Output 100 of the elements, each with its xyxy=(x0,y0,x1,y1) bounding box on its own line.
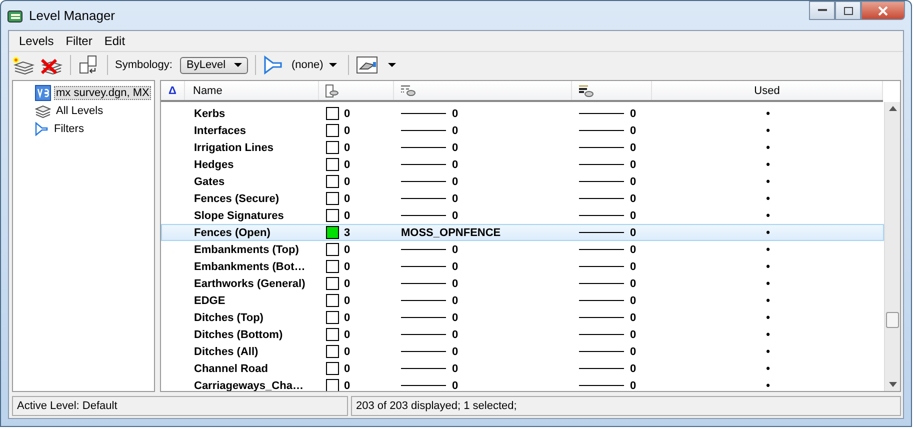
menu-item[interactable]: Filter xyxy=(66,34,92,48)
tree-item[interactable]: Filters xyxy=(52,122,86,136)
style-number: 0 xyxy=(452,278,458,290)
table-row[interactable]: Channel Road 0 0 0 • xyxy=(161,360,884,377)
level-name: Earthworks (General) xyxy=(193,278,306,290)
filter-dropdown[interactable]: (none) xyxy=(287,59,342,71)
weight-number: 0 xyxy=(630,362,636,374)
line-style-sample xyxy=(401,249,446,250)
used-mark: • xyxy=(766,192,770,204)
table-row[interactable]: Slope Signatures 0 0 0 • xyxy=(161,207,884,224)
line-style-sample xyxy=(401,283,446,284)
used-mark: • xyxy=(766,312,770,324)
menu-item[interactable]: Levels xyxy=(19,34,54,48)
tree-item[interactable]: mx survey.dgn, MX xyxy=(54,86,152,100)
caret-icon[interactable] xyxy=(388,63,396,67)
line-style-sample xyxy=(401,130,446,131)
style-number: 0 xyxy=(452,142,458,154)
weight-number: 0 xyxy=(630,328,636,340)
used-mark: • xyxy=(766,260,770,272)
weight-number: 0 xyxy=(630,226,636,238)
used-mark: • xyxy=(766,380,770,391)
scroll-down-icon[interactable] xyxy=(888,382,896,387)
scroll-thumb[interactable] xyxy=(886,312,899,328)
line-weight-sample xyxy=(579,215,624,216)
style-number: 0 xyxy=(452,176,458,188)
table-row[interactable]: Interfaces 0 0 0 • xyxy=(161,122,884,139)
used-mark: • xyxy=(766,108,770,120)
line-style-sample xyxy=(401,351,446,352)
color-number: 0 xyxy=(344,346,350,358)
status-text: Active Level: Default xyxy=(12,396,348,416)
display-icon[interactable] xyxy=(356,56,378,74)
table-row[interactable]: Gates 0 0 0 • xyxy=(161,173,884,190)
table-row[interactable]: Hedges 0 0 0 • xyxy=(161,156,884,173)
table-row[interactable]: Earthworks (General) 0 0 0 • xyxy=(161,275,884,292)
line-weight-sample xyxy=(579,300,624,301)
level-name: Ditches (Top) xyxy=(193,312,264,324)
style-number: 0 xyxy=(452,124,458,136)
color-column-icon[interactable] xyxy=(325,84,339,98)
level-name: EDGE xyxy=(193,294,226,306)
column-header[interactable]: Used xyxy=(652,81,883,100)
file-icon xyxy=(35,85,51,101)
tree-item[interactable]: All Levels xyxy=(54,104,106,118)
scroll-up-icon[interactable] xyxy=(888,106,896,111)
used-mark: • xyxy=(766,226,770,238)
new-level-icon[interactable] xyxy=(11,55,35,75)
line-weight-sample xyxy=(579,266,624,267)
table-row[interactable]: Embankments (Top) 0 0 0 • xyxy=(161,241,884,258)
weight-column-icon[interactable] xyxy=(578,84,594,98)
weight-number: 0 xyxy=(630,142,636,154)
maximize-button[interactable] xyxy=(835,1,861,20)
line-style-sample xyxy=(401,385,446,386)
used-mark: • xyxy=(766,124,770,136)
line-weight-sample xyxy=(579,283,624,284)
sort-indicator[interactable]: Δ xyxy=(161,81,185,100)
menu-item[interactable]: Edit xyxy=(104,34,126,48)
filter-icon[interactable] xyxy=(263,55,284,75)
color-number: 0 xyxy=(344,260,350,272)
weight-number: 0 xyxy=(630,158,636,170)
table-row[interactable]: Carriageways_Cha… 0 0 0 • xyxy=(161,377,884,391)
line-style-sample xyxy=(401,215,446,216)
table-row[interactable]: Ditches (Bottom) 0 0 0 • xyxy=(161,326,884,343)
weight-number: 0 xyxy=(630,346,636,358)
weight-number: 0 xyxy=(630,192,636,204)
color-number: 0 xyxy=(344,362,350,374)
color-number: 3 xyxy=(344,226,350,238)
level-name: Slope Signatures xyxy=(193,210,284,222)
weight-number: 0 xyxy=(630,260,636,272)
scrollbar[interactable] xyxy=(884,102,900,391)
table-row[interactable]: Ditches (Top) 0 0 0 • xyxy=(161,309,884,326)
table-row[interactable]: Fences (Secure) 0 0 0 • xyxy=(161,190,884,207)
used-mark: • xyxy=(766,346,770,358)
minimize-button[interactable] xyxy=(809,1,835,20)
line-weight-sample xyxy=(579,198,624,199)
style-column-icon[interactable] xyxy=(400,84,416,98)
table-row[interactable]: Fences (Open) 3 MOSS_OPNFENCE 0 • xyxy=(161,224,884,241)
level-name: Irrigation Lines xyxy=(193,142,274,154)
weight-number: 0 xyxy=(630,278,636,290)
table-row[interactable]: Kerbs 0 0 0 • xyxy=(161,105,884,122)
used-mark: • xyxy=(766,158,770,170)
used-mark: • xyxy=(766,294,770,306)
color-number: 0 xyxy=(344,142,350,154)
table-row[interactable]: Irrigation Lines 0 0 0 • xyxy=(161,139,884,156)
close-button[interactable] xyxy=(861,1,905,20)
line-weight-sample xyxy=(579,368,624,369)
line-weight-sample xyxy=(579,164,624,165)
used-mark: • xyxy=(766,142,770,154)
caret-icon xyxy=(234,63,242,67)
column-header[interactable]: Name xyxy=(185,81,319,100)
line-style-sample xyxy=(401,198,446,199)
table-row[interactable]: Embankments (Bot… 0 0 0 • xyxy=(161,258,884,275)
caret-icon xyxy=(329,63,338,67)
table-row[interactable]: Ditches (All) 0 0 0 • xyxy=(161,343,884,360)
level-name: Ditches (All) xyxy=(193,346,258,358)
symbology-dropdown[interactable]: ByLevel xyxy=(180,56,248,74)
color-number: 0 xyxy=(344,294,350,306)
weight-number: 0 xyxy=(630,244,636,256)
table-row[interactable]: EDGE 0 0 0 • xyxy=(161,292,884,309)
color-number: 0 xyxy=(344,278,350,290)
line-style-sample xyxy=(401,147,446,148)
used-mark: • xyxy=(766,244,770,256)
